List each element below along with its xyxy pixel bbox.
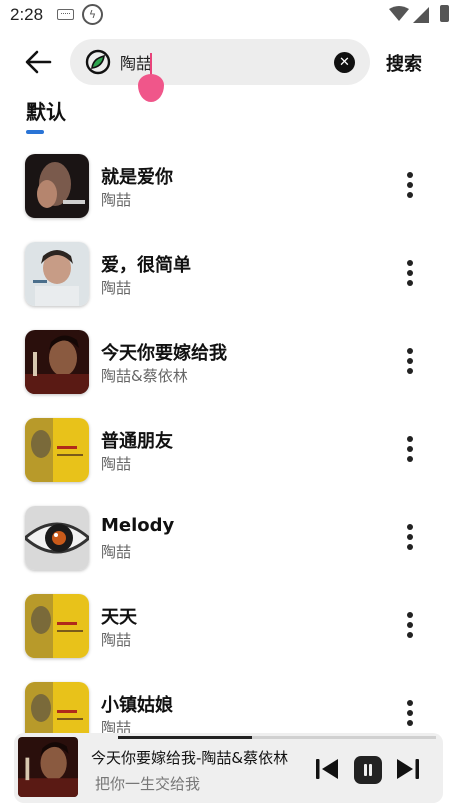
song-artist: 陶喆 bbox=[101, 455, 132, 473]
album-cover bbox=[25, 330, 89, 394]
song-item[interactable]: 天天 陶喆 bbox=[0, 590, 455, 678]
keyboard-icon bbox=[57, 9, 74, 20]
album-cover bbox=[25, 682, 89, 735]
song-artist: 陶喆 bbox=[101, 191, 132, 209]
album-cover bbox=[25, 506, 89, 570]
wifi-icon bbox=[389, 6, 409, 21]
song-title: 小镇姑娘 bbox=[101, 695, 173, 716]
song-artist: 陶喆&蔡依林 bbox=[101, 367, 188, 385]
song-title: 就是爱你 bbox=[101, 167, 173, 188]
song-artist: 陶喆 bbox=[101, 631, 132, 649]
music-leaf-icon bbox=[85, 49, 111, 75]
status-bar: 2:28 ϟ bbox=[0, 0, 455, 32]
text-selection-handle[interactable] bbox=[138, 74, 164, 102]
album-cover bbox=[25, 154, 89, 218]
more-options-icon[interactable] bbox=[400, 436, 420, 464]
data-saver-icon: ϟ bbox=[82, 4, 103, 25]
more-options-icon[interactable] bbox=[400, 524, 420, 552]
search-input[interactable] bbox=[120, 50, 350, 74]
song-title: 天天 bbox=[101, 607, 137, 628]
previous-track-icon[interactable] bbox=[315, 757, 339, 781]
song-item[interactable]: 小镇姑娘 陶喆 bbox=[0, 678, 455, 735]
song-item[interactable]: 就是爱你 陶喆 bbox=[0, 150, 455, 238]
status-time: 2:28 bbox=[10, 5, 44, 24]
song-title: 普通朋友 bbox=[101, 431, 173, 452]
album-cover bbox=[25, 242, 89, 306]
mini-player[interactable]: 今天你要嫁给我-陶喆&蔡依林 把你一生交给我 bbox=[14, 733, 443, 803]
more-options-icon[interactable] bbox=[400, 260, 420, 288]
now-playing-lyric: 把你一生交给我 bbox=[95, 775, 201, 793]
clear-search-icon[interactable]: ✕ bbox=[334, 52, 355, 73]
more-options-icon[interactable] bbox=[400, 700, 420, 728]
pause-icon[interactable] bbox=[354, 756, 382, 784]
song-title: 爱，很简单 bbox=[101, 255, 191, 276]
now-playing-title: 今天你要嫁给我-陶喆&蔡依林 bbox=[91, 749, 289, 767]
next-track-icon[interactable] bbox=[396, 757, 420, 781]
back-arrow-icon[interactable] bbox=[22, 46, 54, 78]
song-item[interactable]: Melody 陶喆 bbox=[0, 502, 455, 590]
signal-icon bbox=[413, 7, 429, 23]
tab-active-indicator bbox=[26, 130, 44, 134]
search-button[interactable]: 搜索 bbox=[386, 50, 422, 76]
search-bar: ✕ bbox=[70, 39, 370, 85]
song-title: Melody bbox=[101, 515, 175, 536]
song-item[interactable]: 今天你要嫁给我 陶喆&蔡依林 bbox=[0, 326, 455, 414]
more-options-icon[interactable] bbox=[400, 172, 420, 200]
song-list: 就是爱你 陶喆 爱，很简单 陶喆 今天你要嫁给我 陶喆&蔡依林 普通朋友 陶喆 … bbox=[0, 150, 455, 735]
song-title: 今天你要嫁给我 bbox=[101, 343, 227, 364]
more-options-icon[interactable] bbox=[400, 612, 420, 640]
album-cover bbox=[25, 418, 89, 482]
song-artist: 陶喆 bbox=[101, 543, 132, 561]
battery-icon bbox=[440, 5, 449, 22]
song-artist: 陶喆 bbox=[101, 279, 132, 297]
now-playing-cover bbox=[18, 737, 78, 797]
more-options-icon[interactable] bbox=[400, 348, 420, 376]
playback-progress-fill bbox=[118, 736, 252, 739]
tab-default[interactable]: 默认 bbox=[26, 96, 66, 125]
song-item[interactable]: 普通朋友 陶喆 bbox=[0, 414, 455, 502]
playback-progress-bar[interactable] bbox=[118, 736, 436, 739]
album-cover bbox=[25, 594, 89, 658]
song-item[interactable]: 爱，很简单 陶喆 bbox=[0, 238, 455, 326]
